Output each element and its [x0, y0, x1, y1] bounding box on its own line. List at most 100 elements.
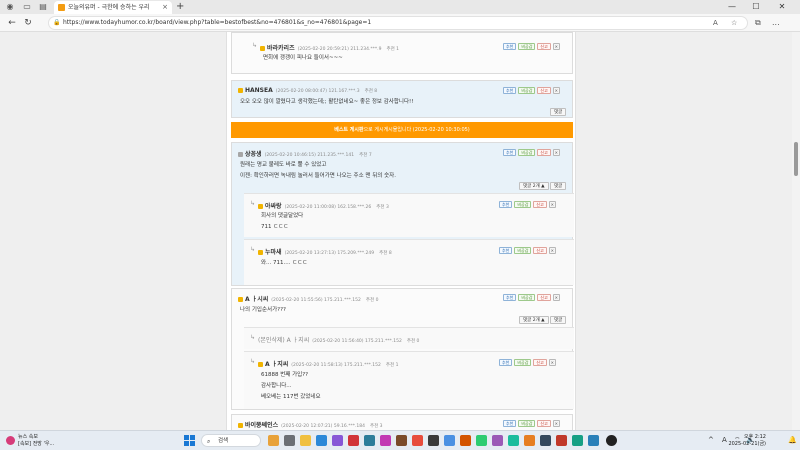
new-tab-button[interactable]: +: [176, 1, 184, 13]
recommend-button[interactable]: 추천: [503, 87, 517, 94]
app-orange-icon[interactable]: [412, 435, 423, 446]
app-red-icon[interactable]: [348, 435, 359, 446]
url-text: https://www.todayhumor.co.kr/board/view.…: [63, 19, 372, 26]
app-ocean-icon[interactable]: [588, 435, 599, 446]
oppose-button[interactable]: 비공감: [514, 201, 532, 208]
report-button[interactable]: 신고: [537, 87, 551, 94]
workspaces-icon[interactable]: ▭: [22, 2, 32, 12]
app-blue-icon[interactable]: [444, 435, 455, 446]
report-button[interactable]: 신고: [533, 201, 547, 208]
recommend-button[interactable]: 추천: [503, 294, 517, 301]
oppose-button[interactable]: 비공감: [518, 420, 536, 427]
recommend-button[interactable]: 추천: [499, 359, 513, 366]
report-button[interactable]: 신고: [533, 247, 547, 254]
file-explorer-icon[interactable]: [300, 435, 311, 446]
favorite-star-icon[interactable]: ☆: [731, 17, 737, 29]
app-slate-icon[interactable]: [540, 435, 551, 446]
reply-item: ↳ 아싸랑 (2025-02-20 11:00:08) 162.158.***.2…: [244, 193, 574, 237]
oppose-button[interactable]: 비공감: [514, 359, 532, 366]
collections-icon[interactable]: ⧉: [755, 17, 761, 29]
oppose-button[interactable]: 비공감: [518, 149, 536, 156]
comment-author[interactable]: 바이쭝쎄인스 (2025-02-20 12:07:21) 59.16.***.18…: [238, 420, 383, 429]
reply-button[interactable]: 댓글: [550, 316, 567, 324]
comment-author[interactable]: HANSEA (2025-02-20 08:00:47) 121.167.***.…: [238, 87, 377, 94]
delete-icon[interactable]: ✕: [548, 201, 556, 208]
comment-text: 회사의 댓글달었다: [261, 213, 304, 219]
delete-icon[interactable]: ✕: [552, 294, 560, 301]
minimize-button[interactable]: —: [722, 0, 742, 14]
tab-actions-icon[interactable]: ▤: [38, 2, 48, 12]
copilot-icon[interactable]: [332, 435, 343, 446]
windows-start-icon[interactable]: [184, 435, 195, 446]
app-widget-icon[interactable]: [268, 435, 279, 446]
taskbar-search[interactable]: ⌕ 검색: [201, 434, 261, 447]
recommend-button[interactable]: 추천: [503, 420, 517, 427]
delete-icon[interactable]: ✕: [552, 87, 560, 94]
browser-menu-icon[interactable]: ...: [772, 17, 780, 29]
app-brown-icon[interactable]: [396, 435, 407, 446]
app-green-icon[interactable]: [476, 435, 487, 446]
recommend-button[interactable]: 추천: [503, 149, 517, 156]
delete-icon[interactable]: ✕: [548, 359, 556, 366]
recommend-button[interactable]: 추천: [503, 43, 517, 50]
browser-tab[interactable]: 오늘의유머 - 극한에 승하는 우리 ×: [54, 1, 172, 14]
app-amber-icon[interactable]: [460, 435, 471, 446]
comment-author[interactable]: A ㅏ지씨 (2025-02-20 11:58:13) 175.211.***.1…: [258, 359, 398, 368]
delete-icon[interactable]: ✕: [552, 149, 560, 156]
recommend-button[interactable]: 추천: [499, 201, 513, 208]
app-pink-icon[interactable]: [380, 435, 391, 446]
page-scrollbar[interactable]: [792, 32, 800, 430]
recommend-button[interactable]: 추천: [499, 247, 513, 254]
comment-author[interactable]: 아싸랑 (2025-02-20 11:00:08) 162.158.***.26 추…: [258, 201, 389, 210]
comment-text: 원래는 명교 불레도 바로 뿔 수 있었고: [240, 162, 327, 168]
comment-author[interactable]: 누마새 (2025-02-20 13:27:13) 175.209.***.249…: [258, 247, 392, 256]
clock-date: 2025-02-21(금): [728, 441, 766, 447]
oppose-button[interactable]: 비공감: [518, 43, 536, 50]
oppose-button[interactable]: 비공감: [514, 247, 532, 254]
report-button[interactable]: 신고: [537, 294, 551, 301]
reply-toggle-button[interactable]: 댓글 2개 ▲: [519, 316, 549, 324]
app-teal-icon[interactable]: [364, 435, 375, 446]
site-favicon-icon: [58, 4, 65, 11]
address-bar[interactable]: 🔒 https://www.todayhumor.co.kr/board/vie…: [48, 16, 748, 30]
delete-icon[interactable]: ✕: [552, 43, 560, 50]
tab-close-icon[interactable]: ×: [162, 1, 168, 14]
maximize-button[interactable]: ☐: [746, 0, 766, 14]
report-button[interactable]: 신고: [537, 149, 551, 156]
window-close-button[interactable]: ✕: [772, 0, 792, 14]
app-mint-icon[interactable]: [508, 435, 519, 446]
app-tangerine-icon[interactable]: [524, 435, 535, 446]
edge-browser-icon[interactable]: [316, 435, 327, 446]
delete-icon[interactable]: ✕: [548, 247, 556, 254]
input-language-indicator[interactable]: A: [722, 435, 727, 446]
reply-button[interactable]: 댓글: [550, 182, 567, 190]
reply-button[interactable]: 댓글: [550, 108, 567, 116]
comment-author[interactable]: 상꽁생 (2025-02-20 10:46:15) 211.235.***.141…: [238, 149, 372, 158]
app-jade-icon[interactable]: [572, 435, 583, 446]
comment-author[interactable]: A ㅏ시씨 (2025-02-20 11:55:56) 175.211.***.1…: [238, 294, 378, 303]
task-view-icon[interactable]: [284, 435, 295, 446]
report-button[interactable]: 신고: [537, 43, 551, 50]
refresh-icon[interactable]: ↻: [22, 17, 34, 29]
report-button[interactable]: 신고: [537, 420, 551, 427]
app-purple-icon[interactable]: [492, 435, 503, 446]
member-level-icon: [238, 423, 243, 428]
oppose-button[interactable]: 비공감: [518, 294, 536, 301]
media-player-icon[interactable]: [606, 435, 617, 446]
system-clock[interactable]: 오후 2:12 2025-02-21(금): [728, 434, 766, 448]
comment-author[interactable]: 바라카리즈 (2025-02-20 20:59:21) 211.234.***.9…: [260, 43, 399, 52]
back-arrow-icon[interactable]: ←: [6, 17, 18, 29]
news-title: 뉴스 속보: [18, 434, 38, 440]
comment-section: ↳ 바라카리즈 (2025-02-20 20:59:21) 211.234.***…: [226, 32, 576, 430]
app-crimson-icon[interactable]: [556, 435, 567, 446]
report-button[interactable]: 신고: [533, 359, 547, 366]
profile-icon[interactable]: ◉: [5, 2, 15, 12]
delete-icon[interactable]: ✕: [552, 420, 560, 427]
app-dark-icon[interactable]: [428, 435, 439, 446]
tray-overflow-icon[interactable]: ^: [708, 435, 714, 446]
read-aloud-icon[interactable]: A: [713, 17, 718, 29]
notification-bell-icon[interactable]: 🔔: [788, 435, 797, 446]
scrollbar-thumb[interactable]: [794, 142, 798, 176]
oppose-button[interactable]: 비공감: [518, 87, 536, 94]
reply-toggle-button[interactable]: 댓글 2개 ▲: [519, 182, 549, 190]
